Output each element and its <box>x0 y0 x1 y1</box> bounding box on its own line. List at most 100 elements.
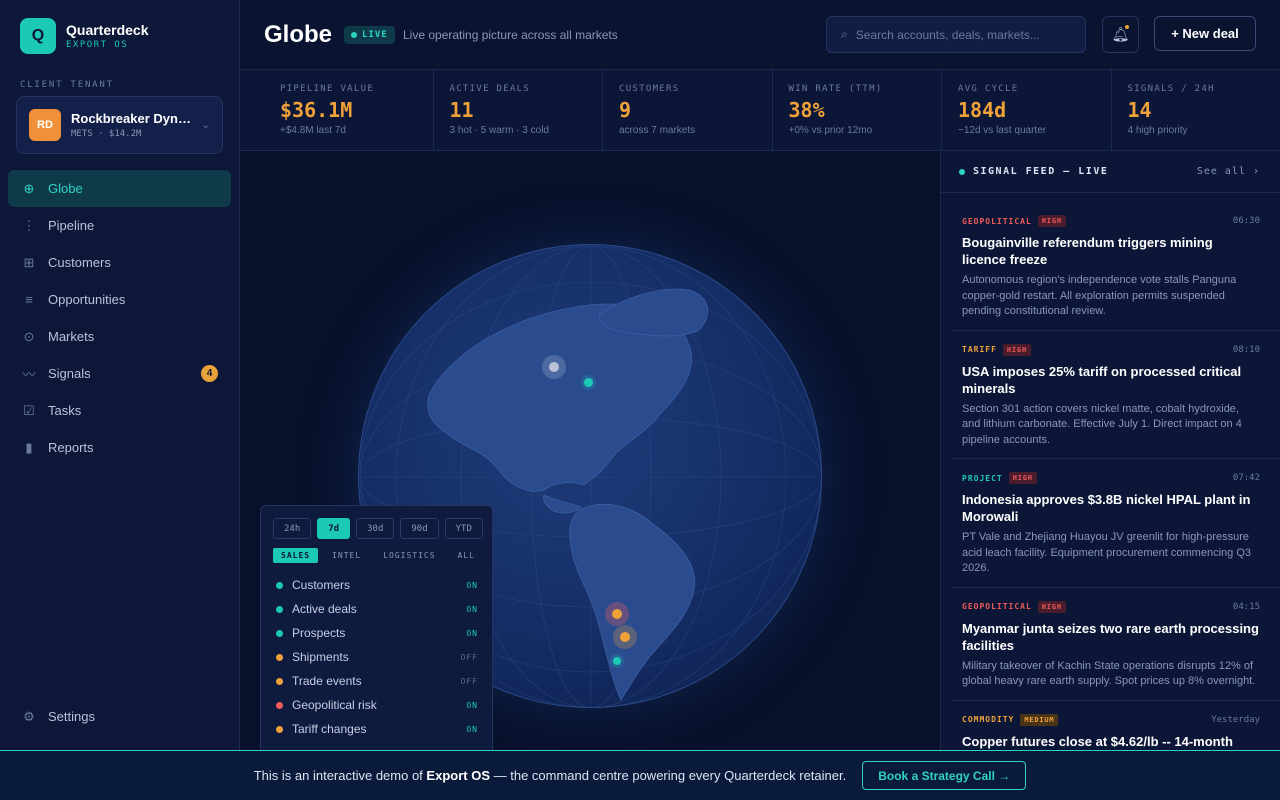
kpi-row: PIPELINE VALUE $36.1M +$4.8M last 7d ACT… <box>240 70 1280 151</box>
layer-toggle[interactable]: Active deals ON <box>273 597 480 621</box>
sidebar-item-signals[interactable]: 〰 Signals 4 <box>8 355 231 392</box>
layer-toggle[interactable]: Customers ON <box>273 573 480 597</box>
target-icon: ⊙ <box>23 328 35 344</box>
kpi-delta: +0% vs prior 12mo <box>788 125 873 136</box>
tenant-meta: METS · $14.2M <box>71 129 142 139</box>
sidebar-item-opportunities[interactable]: ≡ Opportunities <box>8 281 231 318</box>
layer-state: ON <box>466 580 478 590</box>
kpi-label: WIN RATE (TTM) <box>788 84 883 94</box>
new-deal-button[interactable]: + New deal <box>1154 16 1256 51</box>
layer-toggle[interactable]: Geopolitical risk ON <box>273 693 480 717</box>
kpi-signals-24h[interactable]: SIGNALS / 24H 14 4 high priority <box>1112 70 1280 150</box>
book-strategy-call-button[interactable]: Book a Strategy Call → <box>862 761 1027 790</box>
signal-card[interactable]: GEOPOLITICAL HIGH 06:30 Bougainville refere… <box>951 193 1280 331</box>
kpi-avg-cycle[interactable]: AVG CYCLE 184d −12d vs last quarter <box>942 70 1112 150</box>
range-24h[interactable]: 24h <box>273 518 312 539</box>
sidebar-item-tasks[interactable]: ☑ Tasks <box>8 392 231 429</box>
layer-dot-icon <box>276 725 283 733</box>
range-90d[interactable]: 90d <box>400 518 439 539</box>
kpi-customers[interactable]: CUSTOMERS 9 across 7 markets <box>603 70 773 150</box>
pulse-icon: 〰 <box>22 367 36 382</box>
tenant-avatar: RD <box>29 109 61 141</box>
layer-state: OFF <box>460 676 478 686</box>
customer-marker[interactable] <box>613 657 621 665</box>
sidebar-item-label: Tasks <box>48 403 82 418</box>
kpi-pipeline-value[interactable]: PIPELINE VALUE $36.1M +$4.8M last 7d <box>240 70 434 150</box>
tariff-marker[interactable] <box>612 609 622 619</box>
tab-sales[interactable]: SALES <box>273 548 319 563</box>
kpi-value: 11 <box>449 98 474 122</box>
notifications-button[interactable]: 🔔︎ <box>1102 16 1139 53</box>
sidebar-item-label: Globe <box>48 181 83 196</box>
sidebar-item-settings[interactable]: ⚙ Settings <box>8 698 231 735</box>
kpi-value: 14 <box>1127 98 1152 122</box>
layer-toggle[interactable]: Shipments OFF <box>273 645 480 669</box>
brand[interactable]: Q Quarterdeck EXPORT OS <box>20 18 148 54</box>
sidebar-item-pipeline[interactable]: ⋮ Pipeline <box>8 207 231 244</box>
tab-logistics[interactable]: LOGISTICS <box>375 548 443 563</box>
signal-time: 07:42 <box>1232 473 1260 483</box>
layer-label: Trade events <box>292 674 362 688</box>
layer-label: Prospects <box>292 626 346 640</box>
time-range-selector: 24h 7d 30d 90d YTD <box>273 518 483 539</box>
signal-category: PROJECT <box>962 473 1003 483</box>
signal-list: GEOPOLITICAL HIGH 06:30 Bougainville refere… <box>941 193 1280 750</box>
layer-label: Tariff changes <box>292 722 367 736</box>
kpi-value: 184d <box>958 98 1007 122</box>
sidebar-item-globe[interactable]: ⊕ Globe <box>8 170 231 207</box>
see-all-link[interactable]: See all › <box>1197 166 1260 177</box>
live-badge-label: LIVE <box>362 30 388 40</box>
signal-card[interactable]: GEOPOLITICAL HIGH 04:15 Myanmar junta seize… <box>951 588 1280 701</box>
customer-marker[interactable] <box>584 378 593 387</box>
notification-dot-icon <box>1125 25 1129 29</box>
layer-dot-icon <box>276 653 283 661</box>
tariff-marker[interactable] <box>620 632 630 642</box>
range-30d[interactable]: 30d <box>356 518 395 539</box>
signal-category: COMMODITY <box>962 715 1015 724</box>
live-dot-icon <box>959 168 965 175</box>
page-subtitle: Live operating picture across all market… <box>403 28 618 42</box>
signal-body: Section 301 action covers nickel matte, … <box>962 402 1242 446</box>
layers-panel: 24h 7d 30d 90d YTD SALES INTEL LOGISTICS… <box>260 505 493 750</box>
bar-icon: ▮ <box>25 439 33 455</box>
banner-product-name: Export OS <box>426 768 490 783</box>
top-bar: Globe LIVE Live operating picture across… <box>240 0 1280 70</box>
sidebar-item-label: Pipeline <box>48 218 95 233</box>
globe-view[interactable]: 24h 7d 30d 90d YTD SALES INTEL LOGISTICS… <box>240 151 940 750</box>
sidebar-item-customers[interactable]: ⊞ Customers <box>8 244 231 281</box>
layer-label: Geopolitical risk <box>292 698 377 712</box>
signal-card[interactable]: PROJECT HIGH 07:42 Indonesia approves $3.8B… <box>951 459 1280 588</box>
checkbox-icon: ☑ <box>23 402 35 418</box>
layer-toggle[interactable]: Trade events OFF <box>273 669 480 693</box>
range-ytd[interactable]: YTD <box>444 518 483 539</box>
tab-all[interactable]: ALL <box>450 548 483 563</box>
banner-text-pre: This is an interactive demo of <box>253 768 427 783</box>
signal-priority-badge: MEDIUM <box>1020 713 1059 726</box>
brand-name: Quarterdeck <box>66 22 149 38</box>
signal-title: Copper futures close at $4.62/lb -- 14-m… <box>962 733 1233 749</box>
sidebar-item-markets[interactable]: ⊙ Markets <box>8 318 231 355</box>
tab-intel[interactable]: INTEL <box>324 548 369 563</box>
sidebar-item-reports[interactable]: ▮ Reports <box>8 429 231 466</box>
tenant-switcher[interactable]: RD Rockbreaker Dynamics METS · $14.2M ⌄ <box>16 96 223 154</box>
prospect-marker[interactable] <box>549 362 559 372</box>
signal-time: 08:10 <box>1232 344 1260 355</box>
layer-dot-icon <box>276 581 283 589</box>
signal-priority-badge: HIGH <box>1008 472 1037 484</box>
brand-logo: Q <box>20 18 56 54</box>
sidebar-item-label: Reports <box>48 440 94 455</box>
kpi-active-deals[interactable]: ACTIVE DEALS 11 3 hot · 5 warm · 3 cold <box>434 70 603 150</box>
signal-card[interactable]: COMMODITY MEDIUM Yesterday Copper futures c… <box>951 701 1280 751</box>
globe-icon: ⊕ <box>23 180 35 196</box>
signal-card[interactable]: TARIFF HIGH 08:10 USA imposes 25% tariff on… <box>951 331 1280 459</box>
pipeline-icon: ⋮ <box>22 217 36 233</box>
layer-toggle[interactable]: Tariff changes ON <box>273 717 480 741</box>
search-input[interactable] <box>855 27 1056 42</box>
kpi-win-rate[interactable]: WIN RATE (TTM) 38% +0% vs prior 12mo <box>773 70 942 150</box>
range-7d[interactable]: 7d <box>317 518 351 539</box>
signal-category: GEOPOLITICAL <box>962 216 1032 226</box>
layer-toggle[interactable]: Prospects ON <box>273 621 480 645</box>
search-box[interactable]: ⌕ <box>826 16 1086 53</box>
sidebar-item-label: Opportunities <box>48 292 126 307</box>
live-badge: LIVE <box>344 26 395 44</box>
